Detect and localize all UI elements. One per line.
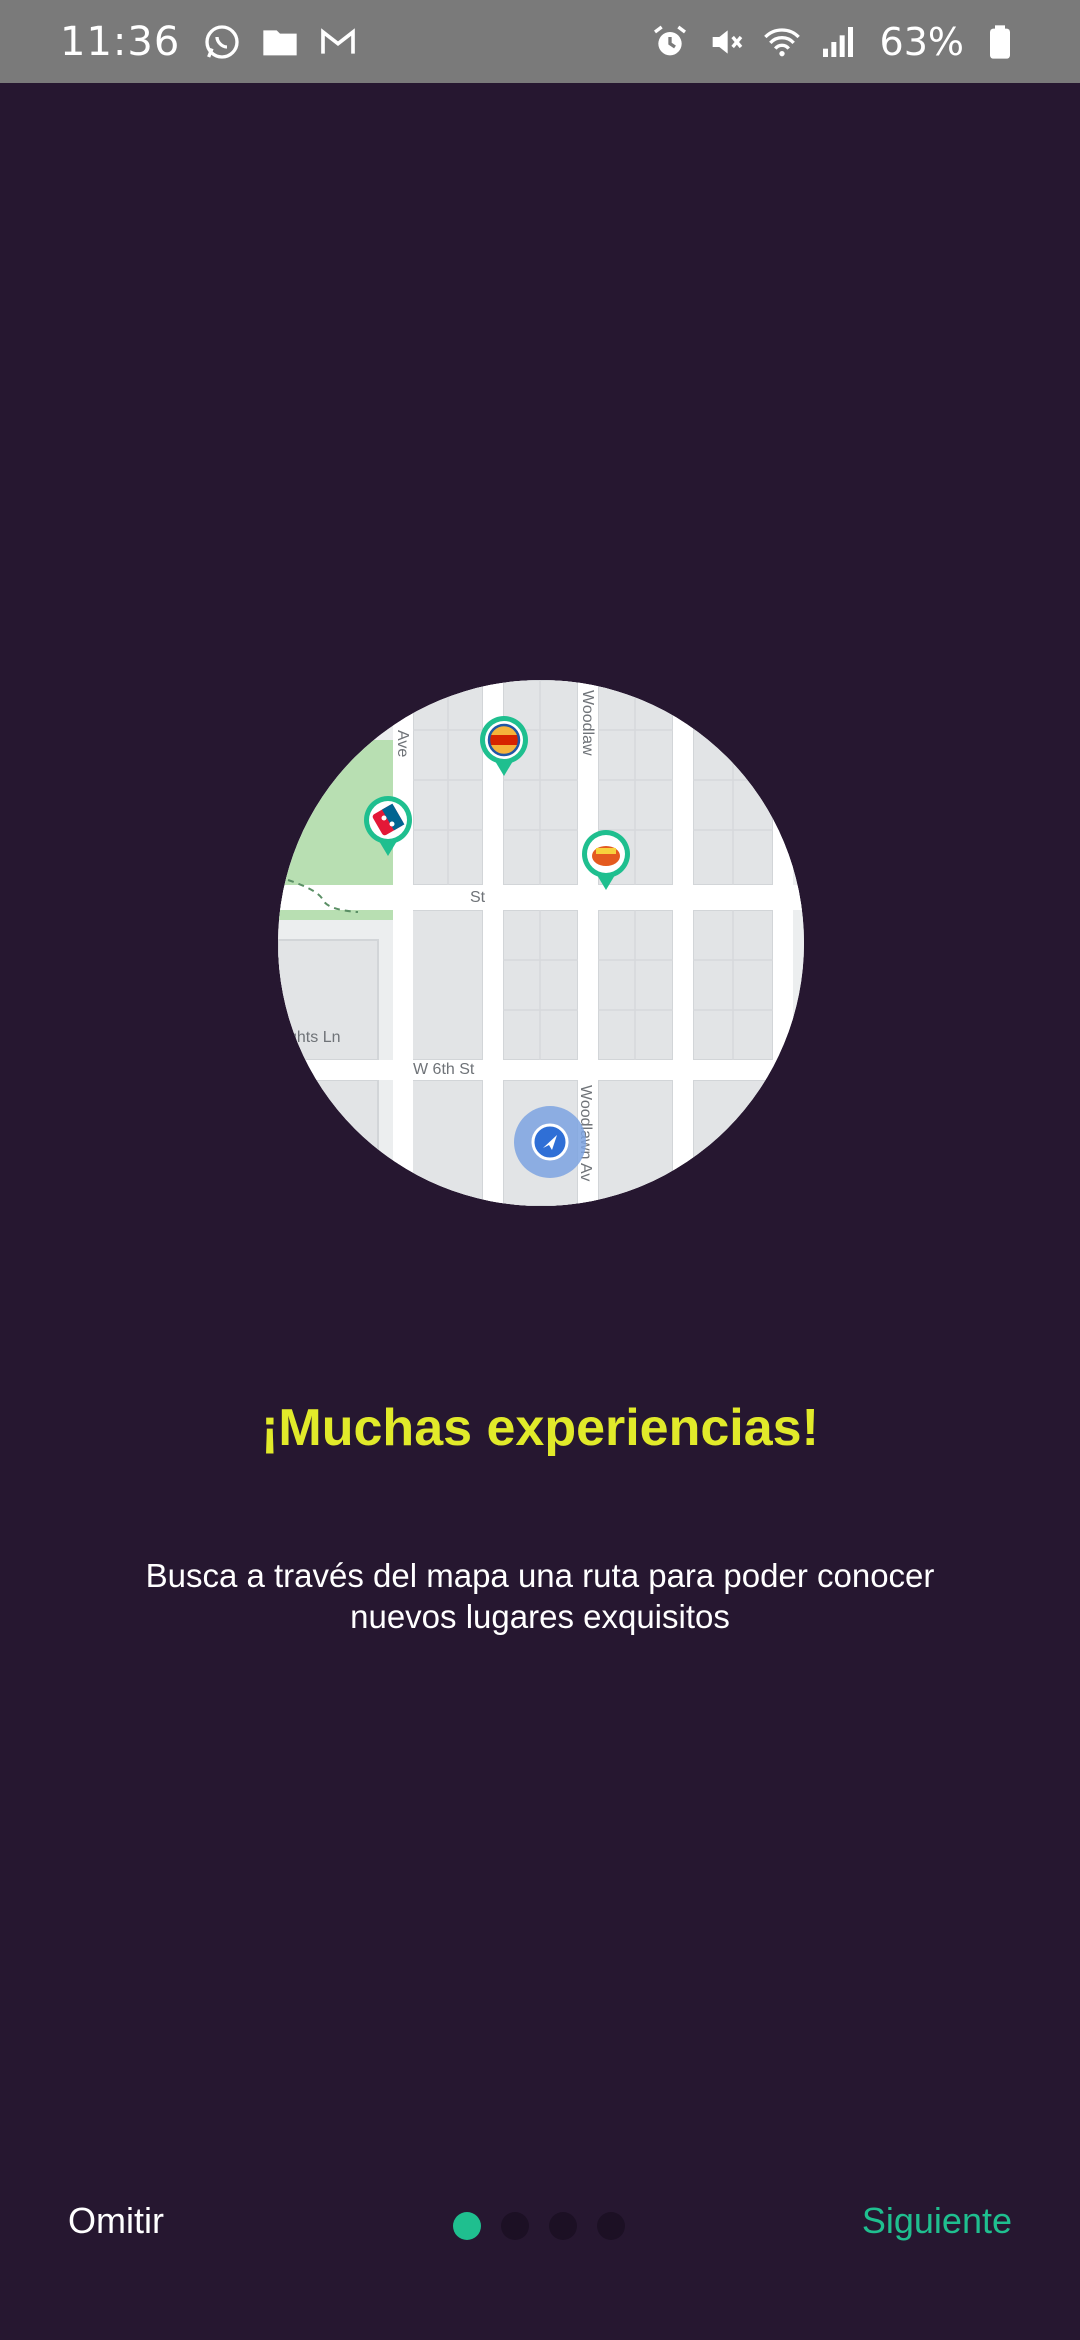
status-bar: 11:36 63% — [0, 0, 1080, 83]
page-dot[interactable] — [501, 2212, 529, 2240]
street-label: ghts Ln — [288, 1029, 340, 1046]
page-dot-active[interactable] — [453, 2212, 481, 2240]
onboarding-description: Busca a través del mapa una ruta para po… — [145, 1557, 935, 1635]
signal-icon — [818, 22, 858, 62]
alarm-icon — [650, 22, 690, 62]
page-dot[interactable] — [597, 2212, 625, 2240]
page-dot[interactable] — [549, 2212, 577, 2240]
onboarding-title: ¡Muchas experiencias! — [261, 1399, 819, 1457]
whatsapp-icon — [202, 22, 242, 62]
folder-icon — [260, 22, 300, 62]
street-label: Ave — [394, 730, 411, 757]
current-location-marker — [514, 1106, 586, 1178]
wifi-icon — [762, 22, 802, 62]
mute-icon — [706, 22, 746, 62]
next-button[interactable]: Siguiente — [862, 2200, 1012, 2242]
gmail-icon — [318, 22, 358, 62]
onboarding-navigation: Omitir Siguiente — [0, 2190, 1080, 2260]
battery-icon — [980, 22, 1020, 62]
street-label: W 6th St — [413, 1061, 475, 1078]
map-illustration: Ave Woodlaw St ghts Ln W 6th St Woodlawn… — [278, 680, 804, 1206]
skip-button[interactable]: Omitir — [68, 2200, 164, 2242]
status-time: 11:36 — [60, 18, 181, 65]
street-label: St — [470, 889, 486, 906]
page-indicator — [453, 2212, 625, 2240]
battery-percentage: 63% — [879, 19, 964, 64]
street-label: Woodlaw — [579, 690, 596, 756]
